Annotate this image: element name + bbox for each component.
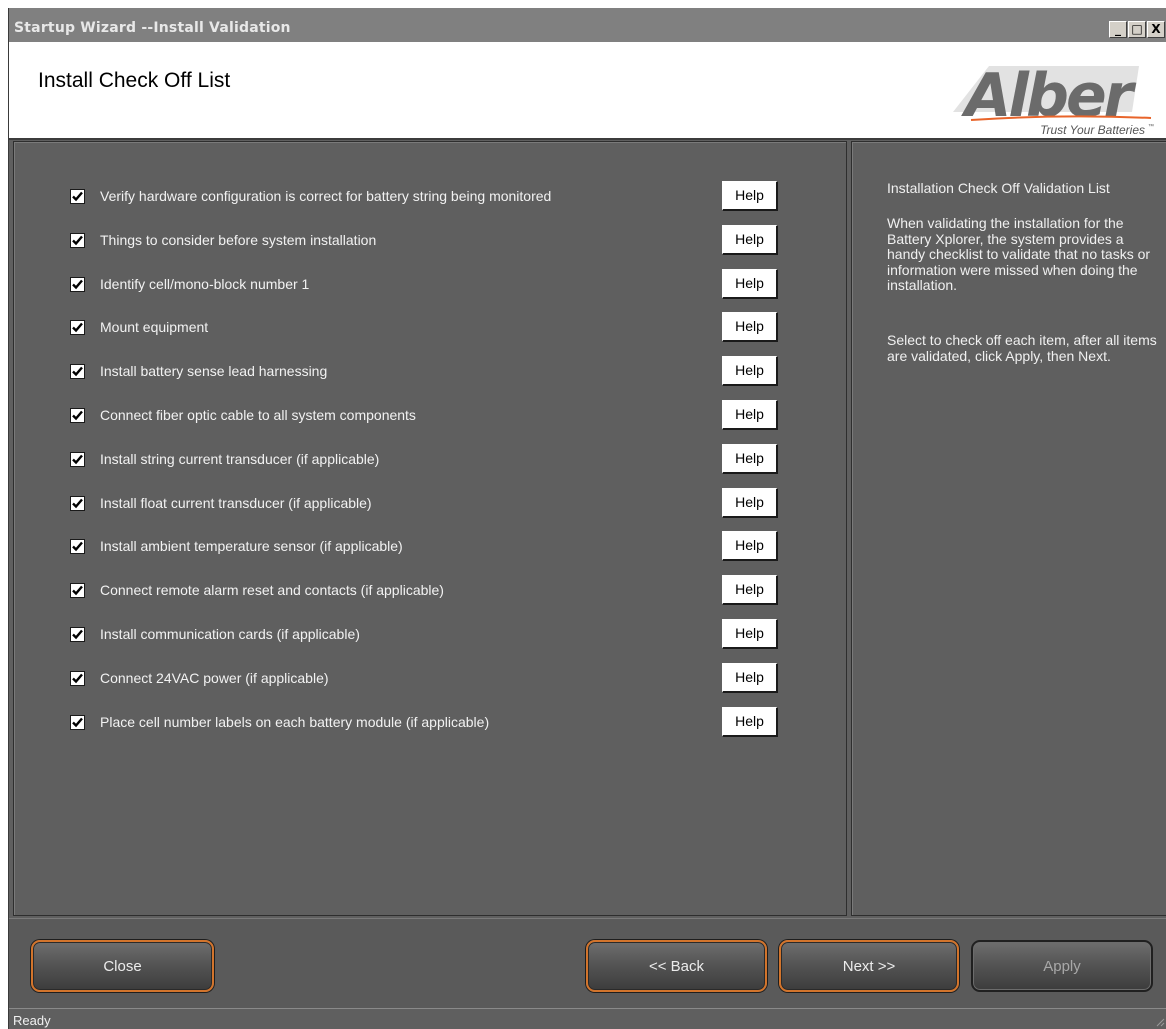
checkbox[interactable] [70,451,85,467]
help-button[interactable]: Help [722,312,778,342]
logo-brand: Alber [961,61,1137,131]
startup-wizard-window: Startup Wizard --Install Validation _ □ … [8,8,1166,1029]
checkbox[interactable] [70,538,85,554]
status-bar: Ready [9,1008,1166,1029]
info-panel: Installation Check Off Validation List W… [851,141,1166,916]
checklist-item-label: Install float current transducer (if app… [100,495,372,511]
help-button[interactable]: Help [722,181,778,211]
checklist-item-label: Install communication cards (if applicab… [100,626,360,642]
checklist-item-label: Mount equipment [100,319,209,335]
status-text: Ready [13,1013,51,1028]
checklist-item-label: Install battery sense lead harnessing [100,363,328,379]
checkbox[interactable] [70,319,85,335]
checklist-panel: Verify hardware configuration is correct… [13,141,847,916]
checklist-item[interactable]: Identify cell/mono-block number 1 [70,272,309,296]
checklist-item[interactable]: Connect fiber optic cable to all system … [70,403,416,427]
checklist-item[interactable]: Mount equipment [70,315,208,339]
checklist-item[interactable]: Install float current transducer (if app… [70,491,372,515]
checkmark-icon [72,454,83,464]
checkbox[interactable] [70,670,85,686]
help-button[interactable]: Help [722,400,778,430]
checkbox[interactable] [70,714,85,730]
close-window-button[interactable]: X [1147,21,1165,38]
logo-tagline: Trust Your Batteries [1040,123,1145,137]
help-button[interactable]: Help [722,444,778,474]
checkmark-icon [72,498,83,508]
checkbox[interactable] [70,582,85,598]
checklist-item[interactable]: Install ambient temperature sensor (if a… [70,534,403,558]
checklist-item-label: Connect remote alarm reset and contacts … [100,582,444,598]
checkbox[interactable] [70,495,85,511]
help-button[interactable]: Help [722,707,778,737]
checkbox[interactable] [70,188,85,204]
back-button[interactable]: << Back [586,940,767,992]
wizard-footer: Close << Back Next >> Apply [9,918,1166,1008]
checklist-item[interactable]: Verify hardware configuration is correct… [70,184,551,208]
help-button[interactable]: Help [722,531,778,561]
checkbox[interactable] [70,276,85,292]
checklist-item[interactable]: Install string current transducer (if ap… [70,447,379,471]
checkbox[interactable] [70,407,85,423]
title-bar: Startup Wizard --Install Validation _ □ … [9,8,1166,42]
checklist-item-label: Things to consider before system install… [100,232,377,248]
checkmark-icon [72,279,83,289]
checklist-item[interactable]: Connect remote alarm reset and contacts … [70,578,444,602]
checklist-item-label: Install string current transducer (if ap… [100,451,380,467]
wizard-header: Install Check Off List Alber Trust Your … [9,42,1166,140]
window-controls: _ □ X [1109,21,1165,38]
checklist-item-label: Connect 24VAC power (if applicable) [100,670,329,686]
minimize-button[interactable]: _ [1109,21,1127,38]
checklist-item[interactable]: Things to consider before system install… [70,228,376,252]
checklist-item-label: Place cell number labels on each battery… [100,714,490,730]
help-button[interactable]: Help [722,619,778,649]
info-paragraph-1: When validating the installation for the… [887,215,1151,293]
checklist-item-label: Install ambient temperature sensor (if a… [100,538,403,554]
checklist-item-label: Connect fiber optic cable to all system … [100,407,416,423]
checkmark-icon [72,322,83,332]
resize-grip-icon[interactable] [1153,1015,1165,1027]
checkmark-icon [72,235,83,245]
checklist-item[interactable]: Install communication cards (if applicab… [70,622,360,646]
help-button[interactable]: Help [722,575,778,605]
help-button[interactable]: Help [722,225,778,255]
help-button[interactable]: Help [722,269,778,299]
checkmark-icon [72,717,83,727]
window-title: Startup Wizard --Install Validation [14,20,291,36]
apply-button[interactable]: Apply [971,940,1153,992]
checkbox[interactable] [70,626,85,642]
close-button[interactable]: Close [31,940,214,992]
checkmark-icon [72,366,83,376]
checklist-item-label: Verify hardware configuration is correct… [100,188,552,204]
info-paragraph-2: Select to check off each item, after all… [887,332,1157,364]
checkmark-icon [72,541,83,551]
checklist-item-label: Identify cell/mono-block number 1 [100,276,310,292]
checkbox[interactable] [70,363,85,379]
checklist-item[interactable]: Connect 24VAC power (if applicable) [70,666,329,690]
checklist-item[interactable]: Install battery sense lead harnessing [70,359,327,383]
checkmark-icon [72,629,83,639]
checkmark-icon [72,585,83,595]
checkmark-icon [72,191,83,201]
checkmark-icon [72,673,83,683]
help-button[interactable]: Help [722,663,778,693]
checkmark-icon [72,410,83,420]
checkbox[interactable] [70,232,85,248]
help-button[interactable]: Help [722,488,778,518]
svg-text:™: ™ [1148,123,1154,130]
checklist-item[interactable]: Place cell number labels on each battery… [70,710,489,734]
page-title: Install Check Off List [38,69,231,92]
maximize-button[interactable]: □ [1128,21,1146,38]
alber-logo: Alber Trust Your Batteries ™ [953,61,1154,137]
info-title: Installation Check Off Validation List [887,180,1110,196]
next-button[interactable]: Next >> [779,940,959,992]
help-button[interactable]: Help [722,356,778,386]
